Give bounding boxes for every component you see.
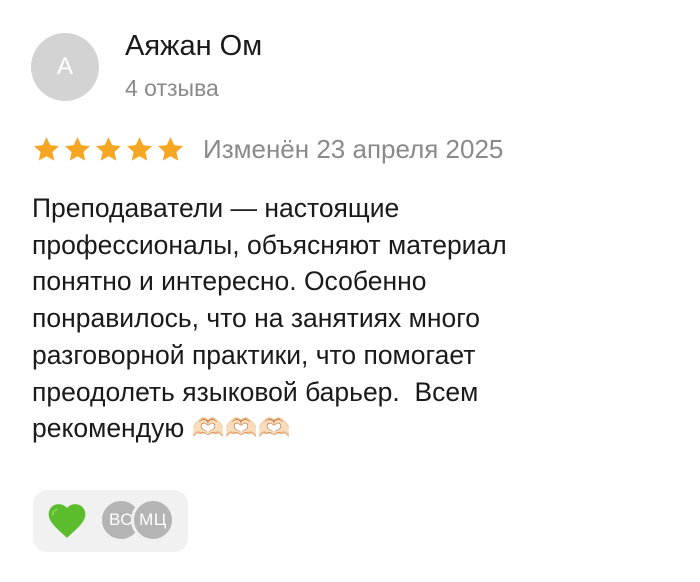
reactions-bar[interactable]: ВС МЦ: [33, 490, 188, 552]
rating-row: Изменён 23 апреля 2025: [32, 131, 503, 167]
star-rating: [32, 135, 185, 164]
avatar[interactable]: А: [31, 33, 99, 101]
reactor-initials: МЦ: [139, 510, 167, 529]
avatar-initial: А: [56, 53, 73, 80]
green-heart-icon[interactable]: [45, 499, 89, 543]
author-review-count: 4 отзыва: [125, 75, 219, 101]
star-icon: [158, 136, 183, 161]
reactor-initials: ВС: [108, 510, 134, 529]
star-icon: [34, 136, 59, 161]
review-text: Преподаватели — настоящие профессионалы,…: [32, 193, 507, 444]
review-card: А Аяжан Ом 4 отзыва Изменён 23 апреля 20…: [0, 0, 700, 582]
author-name[interactable]: Аяжан Ом: [125, 28, 262, 64]
edited-date: Изменён 23 апреля 2025: [203, 134, 504, 164]
star-icon: [127, 136, 152, 161]
star-icon: [65, 136, 90, 161]
reactor-avatar[interactable]: МЦ: [131, 498, 175, 542]
star-icon: [96, 136, 121, 161]
